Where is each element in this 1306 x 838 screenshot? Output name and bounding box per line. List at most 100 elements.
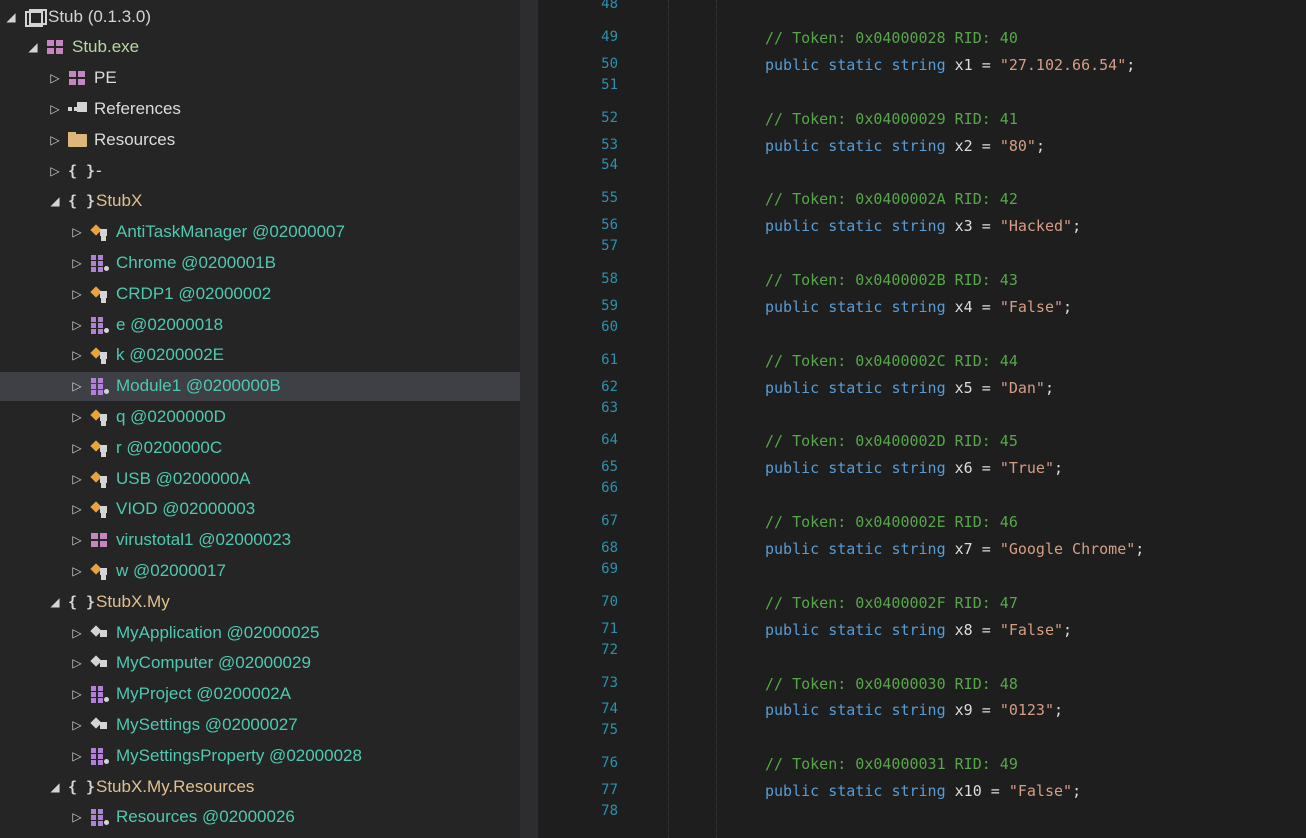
expand-arrow-icon[interactable]: ▷ xyxy=(70,256,84,270)
expand-arrow-icon[interactable]: ▷ xyxy=(70,564,84,578)
tree-node[interactable]: ▷ w @02000017 xyxy=(0,556,520,585)
gutter-guide xyxy=(668,0,669,838)
expand-arrow-icon[interactable]: ▷ xyxy=(70,718,84,732)
code-comment[interactable]: // Token: 0x04000028 RID: 40 xyxy=(765,29,1018,47)
tree-node[interactable]: ▷ AntiTaskManager @02000007 xyxy=(0,218,520,247)
tree-node-label: Stub.exe xyxy=(72,37,140,57)
expand-arrow-icon[interactable]: ▷ xyxy=(70,533,84,547)
string-literal: "False" xyxy=(1008,782,1073,801)
class-icon xyxy=(90,500,110,518)
assembly-explorer-tree[interactable]: ◢ Stub (0.1.3.0) ◢ Stub.exe ▷ PE ▷ References ▷ R… xyxy=(0,0,520,838)
semicolon: ; xyxy=(1054,701,1064,720)
tree-node[interactable]: ▷ VIOD @02000003 xyxy=(0,495,520,524)
collapse-arrow-icon[interactable]: ◢ xyxy=(48,595,62,609)
tree-node[interactable]: ▷ MyProject @0200002A xyxy=(0,680,520,709)
tree-node[interactable]: ▷ Chrome @0200001B xyxy=(0,248,520,277)
tree-node[interactable]: ◢ Stub.exe xyxy=(0,33,520,62)
tree-node[interactable]: ◢ { } StubX.My xyxy=(0,587,520,616)
collapse-arrow-icon[interactable]: ◢ xyxy=(48,194,62,208)
line-number: 62 xyxy=(601,378,618,395)
expand-arrow-icon[interactable]: ▷ xyxy=(70,379,84,393)
collapse-arrow-icon[interactable]: ◢ xyxy=(48,780,62,794)
code-comment[interactable]: // Token: 0x0400002D RID: 45 xyxy=(765,432,1018,450)
expand-arrow-icon[interactable]: ▷ xyxy=(70,502,84,516)
tree-node[interactable]: ▷ q @0200000D xyxy=(0,402,520,431)
code-comment[interactable]: // Token: 0x0400002C RID: 44 xyxy=(765,352,1018,370)
expand-arrow-icon[interactable]: ▷ xyxy=(70,472,84,486)
tree-node[interactable]: ▷ USB @0200000A xyxy=(0,464,520,493)
expand-arrow-icon[interactable]: ▷ xyxy=(70,656,84,670)
collapse-arrow-icon[interactable]: ◢ xyxy=(4,10,18,24)
expand-arrow-icon[interactable]: ▷ xyxy=(70,348,84,362)
field-declaration[interactable]: public static string x10 = "False"; xyxy=(765,782,1081,800)
expand-arrow-icon[interactable]: ▷ xyxy=(70,441,84,455)
expand-arrow-icon[interactable]: ▷ xyxy=(48,164,62,178)
tree-node[interactable]: ▷ r @0200000C xyxy=(0,433,520,462)
expand-arrow-icon[interactable]: ▷ xyxy=(70,287,84,301)
expand-arrow-icon[interactable]: ▷ xyxy=(48,71,62,85)
tree-node-label: StubX xyxy=(96,191,143,211)
tree-node-label: MySettings @02000027 xyxy=(116,714,298,734)
tree-node[interactable]: ▷ virustotal1 @02000023 xyxy=(0,526,520,555)
keyword: public xyxy=(765,540,820,558)
code-comment[interactable]: // Token: 0x0400002A RID: 42 xyxy=(765,190,1018,208)
tree-node[interactable]: ◢ Stub (0.1.3.0) xyxy=(0,2,520,31)
assembly-icon xyxy=(24,8,47,27)
tree-node[interactable]: ▷ MySettingsProperty @02000028 xyxy=(0,741,520,770)
tree-node[interactable]: ▷ References xyxy=(0,94,520,123)
tree-node[interactable]: ▷ Resources xyxy=(0,125,520,154)
tree-node[interactable]: ▷ { } - xyxy=(0,156,520,185)
tree-node[interactable]: ▷ k @0200002E xyxy=(0,341,520,370)
code-comment[interactable]: // Token: 0x0400002E RID: 46 xyxy=(765,513,1018,531)
operator: = xyxy=(990,782,1000,801)
field-declaration[interactable]: public static string x6 = "True"; xyxy=(765,459,1063,477)
class-icon xyxy=(90,439,110,457)
field-declaration[interactable]: public static string x3 = "Hacked"; xyxy=(765,217,1081,235)
code-editor[interactable]: 48 49 // Token: 0x04000028 RID: 40 50 public… xyxy=(538,0,1306,838)
code-comment[interactable]: // Token: 0x04000031 RID: 49 xyxy=(765,755,1018,773)
line-number: 68 xyxy=(601,540,618,556)
keyword: public xyxy=(765,701,820,720)
field-declaration[interactable]: public static string x1 = "27.102.66.54"… xyxy=(765,56,1135,74)
tree-node[interactable]: ▷ MySettings @02000027 xyxy=(0,710,520,739)
expand-arrow-icon[interactable]: ▷ xyxy=(48,133,62,147)
keyword: static xyxy=(828,217,883,236)
tree-node[interactable]: ▷ Resources @02000026 xyxy=(0,803,520,832)
code-comment[interactable]: // Token: 0x0400002F RID: 47 xyxy=(765,594,1018,612)
semicolon: ; xyxy=(1063,620,1073,639)
collapse-arrow-icon[interactable]: ◢ xyxy=(26,40,40,54)
code-comment[interactable]: // Token: 0x0400002B RID: 43 xyxy=(765,271,1018,289)
code-comment[interactable]: // Token: 0x04000030 RID: 48 xyxy=(765,675,1018,693)
expand-arrow-icon[interactable]: ▷ xyxy=(70,749,84,763)
operator: = xyxy=(981,701,991,720)
expand-arrow-icon[interactable]: ▷ xyxy=(70,810,84,824)
field-declaration[interactable]: public static string x9 = "0123"; xyxy=(765,701,1063,719)
namespace-icon: { } xyxy=(68,592,96,611)
expand-arrow-icon[interactable]: ▷ xyxy=(70,225,84,239)
keyword: static xyxy=(828,378,883,397)
tree-node[interactable]: ▷ MyComputer @02000029 xyxy=(0,649,520,678)
field-declaration[interactable]: public static string x2 = "80"; xyxy=(765,137,1045,155)
tree-node[interactable]: ▷ MyApplication @02000025 xyxy=(0,618,520,647)
class-icon xyxy=(90,408,110,426)
field-declaration[interactable]: public static string x8 = "False"; xyxy=(765,621,1072,639)
expand-arrow-icon[interactable]: ▷ xyxy=(70,626,84,640)
expand-arrow-icon[interactable]: ▷ xyxy=(48,102,62,116)
string-literal: "27.102.66.54" xyxy=(999,55,1127,74)
expand-arrow-icon[interactable]: ▷ xyxy=(70,318,84,332)
code-comment[interactable]: // Token: 0x04000029 RID: 41 xyxy=(765,110,1018,128)
field-declaration[interactable]: public static string x7 = "Google Chrome… xyxy=(765,540,1144,558)
tree-node[interactable]: ◢ { } StubX xyxy=(0,187,520,216)
tree-node[interactable]: ▷ PE xyxy=(0,64,520,93)
module-icon xyxy=(90,531,110,549)
expand-arrow-icon[interactable]: ▷ xyxy=(70,410,84,424)
tree-node[interactable]: ▷ Module1 @0200000B xyxy=(0,371,520,401)
tree-node[interactable]: ▷ CRDP1 @02000002 xyxy=(0,279,520,308)
tree-node[interactable]: ▷ e @02000018 xyxy=(0,310,520,339)
pane-splitter[interactable] xyxy=(520,0,538,838)
field-declaration[interactable]: public static string x4 = "False"; xyxy=(765,298,1072,316)
tree-node[interactable]: ◢ { } StubX.My.Resources xyxy=(0,772,520,801)
expand-arrow-icon[interactable]: ▷ xyxy=(70,687,84,701)
keyword: public xyxy=(765,55,820,74)
field-declaration[interactable]: public static string x5 = "Dan"; xyxy=(765,379,1054,397)
